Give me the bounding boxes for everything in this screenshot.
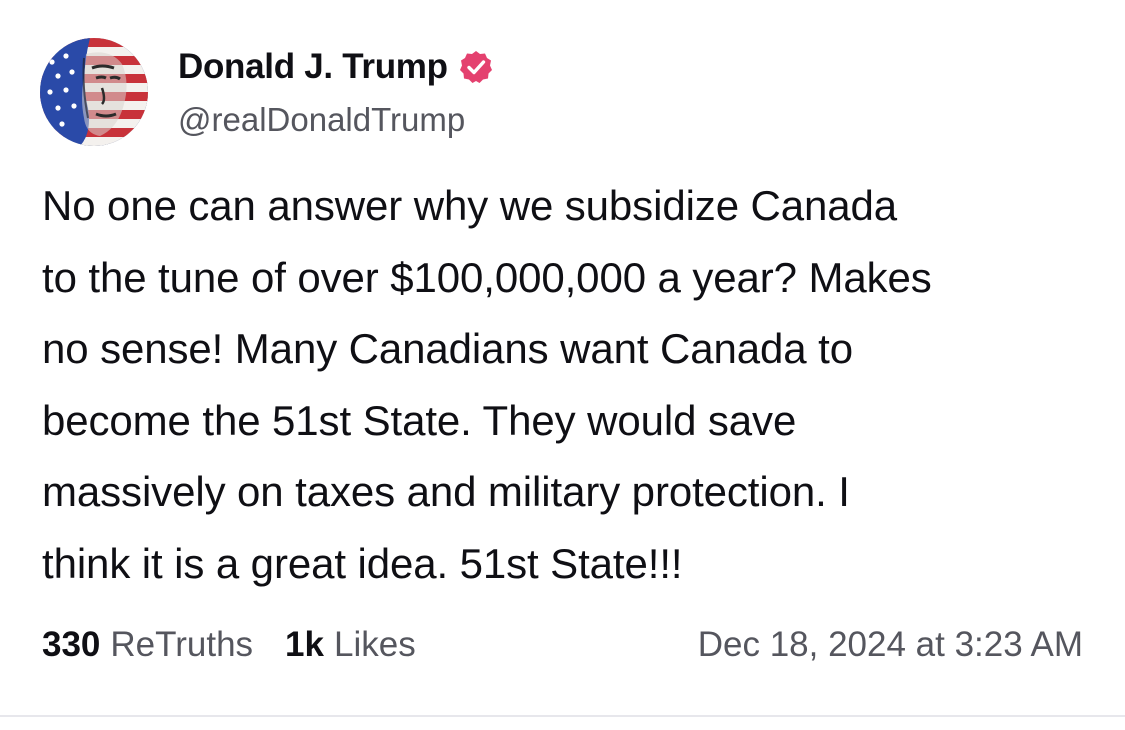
- retruths-count: 330: [42, 625, 101, 664]
- post-timestamp[interactable]: Dec 18, 2024 at 3:23 AM: [698, 625, 1083, 665]
- flag-portrait-avatar-icon: [40, 38, 148, 146]
- post-divider: [0, 715, 1125, 717]
- verified-badge-icon: [458, 49, 494, 85]
- retruths-label: ReTruths: [110, 625, 254, 664]
- author-handle[interactable]: @realDonaldTrump: [178, 101, 465, 139]
- author-avatar[interactable]: [40, 38, 148, 146]
- post-stats-row: 330 ReTruths 1k Likes Dec 18, 2024 at 3:…: [42, 622, 1083, 668]
- likes-label: Likes: [333, 625, 416, 664]
- post-body-text: No one can answer why we subsidize Canad…: [42, 182, 932, 587]
- likes-count: 1k: [285, 625, 324, 664]
- author-name-row: Donald J. Trump: [178, 44, 494, 90]
- likes-stat[interactable]: 1k Likes: [285, 625, 416, 665]
- post-card: Donald J. Trump @realDonaldTrump No one …: [0, 0, 1125, 716]
- retruths-stat[interactable]: 330 ReTruths: [42, 625, 253, 665]
- author-display-name[interactable]: Donald J. Trump: [178, 47, 448, 87]
